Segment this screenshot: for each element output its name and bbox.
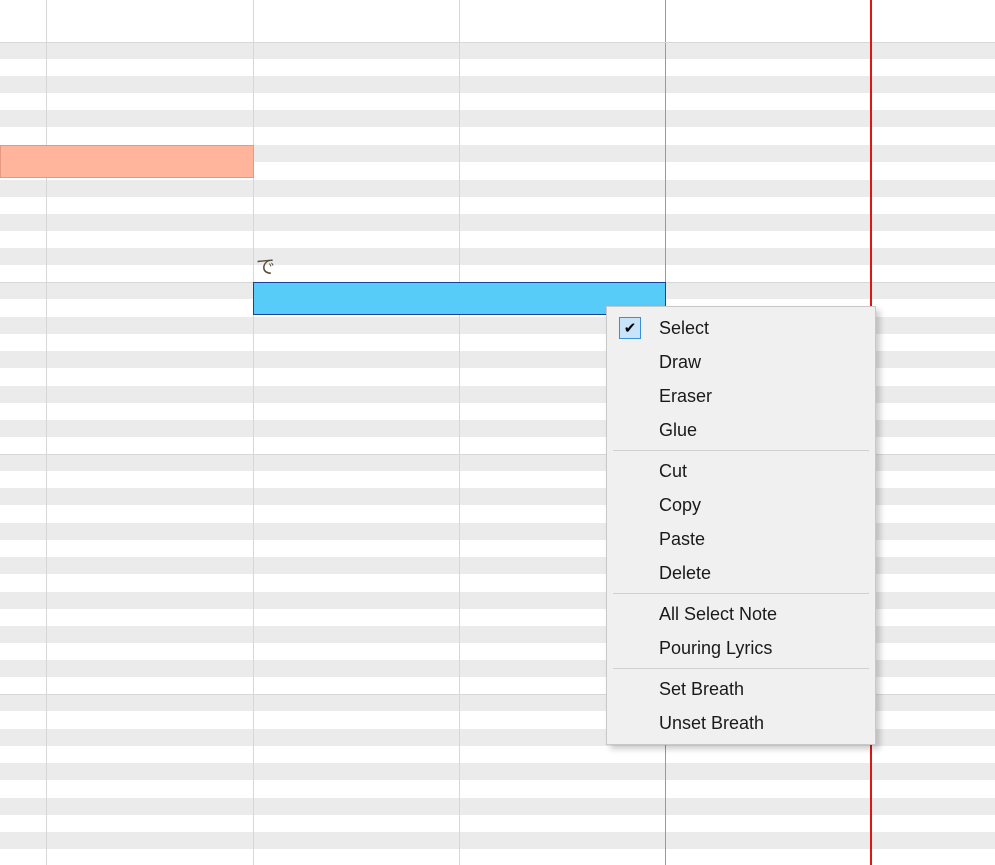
- menu-separator: [613, 450, 869, 451]
- check-icon: ✔: [613, 317, 647, 339]
- piano-roll[interactable]: で ✔ Select Draw Eraser Glue: [0, 0, 995, 865]
- piano-row: [0, 798, 995, 815]
- menu-item-set-breath[interactable]: Set Breath: [607, 672, 875, 706]
- menu-label: Paste: [647, 529, 705, 550]
- menu-item-unset-breath[interactable]: Unset Breath: [607, 706, 875, 740]
- piano-row: [0, 763, 995, 780]
- gridline-horizontal: [0, 42, 995, 43]
- note-block[interactable]: [0, 145, 254, 178]
- gridline-vertical: [46, 0, 47, 865]
- menu-item-pouring-lyrics[interactable]: Pouring Lyrics: [607, 631, 875, 665]
- menu-item-draw[interactable]: Draw: [607, 345, 875, 379]
- menu-label: Eraser: [647, 386, 712, 407]
- menu-item-paste[interactable]: Paste: [607, 522, 875, 556]
- note-block-selected[interactable]: [253, 282, 666, 315]
- context-menu: ✔ Select Draw Eraser Glue Cut: [606, 306, 876, 745]
- piano-row: [0, 832, 995, 849]
- menu-item-glue[interactable]: Glue: [607, 413, 875, 447]
- piano-row: [0, 76, 995, 93]
- menu-separator: [613, 593, 869, 594]
- menu-item-select[interactable]: ✔ Select: [607, 311, 875, 345]
- piano-row: [0, 42, 995, 59]
- gridline-vertical: [253, 0, 254, 865]
- piano-row: [0, 110, 995, 127]
- menu-label: Copy: [647, 495, 701, 516]
- menu-label: Unset Breath: [647, 713, 764, 734]
- piano-row: [0, 248, 995, 265]
- menu-item-all-select-note[interactable]: All Select Note: [607, 597, 875, 631]
- menu-label: Pouring Lyrics: [647, 638, 772, 659]
- menu-label: All Select Note: [647, 604, 777, 625]
- piano-row: [0, 214, 995, 231]
- menu-separator: [613, 668, 869, 669]
- menu-item-copy[interactable]: Copy: [607, 488, 875, 522]
- menu-item-cut[interactable]: Cut: [607, 454, 875, 488]
- menu-label: Glue: [647, 420, 697, 441]
- note-lyric: で: [256, 252, 275, 279]
- menu-item-delete[interactable]: Delete: [607, 556, 875, 590]
- gridline-vertical: [459, 0, 460, 865]
- menu-label: Cut: [647, 461, 687, 482]
- menu-label: Delete: [647, 563, 711, 584]
- piano-row: [0, 180, 995, 197]
- menu-label: Select: [647, 318, 709, 339]
- menu-item-eraser[interactable]: Eraser: [607, 379, 875, 413]
- menu-label: Set Breath: [647, 679, 744, 700]
- menu-label: Draw: [647, 352, 701, 373]
